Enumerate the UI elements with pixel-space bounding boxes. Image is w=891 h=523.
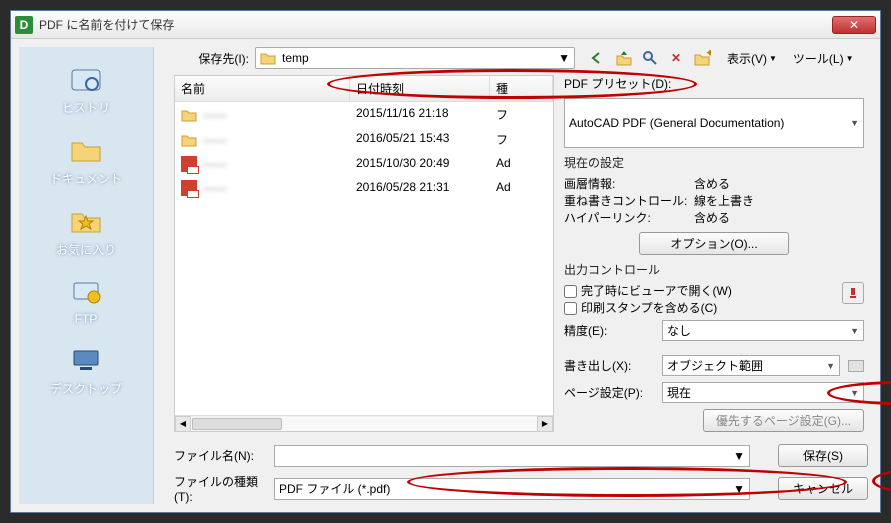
search-button[interactable] [641,49,659,67]
file-row[interactable]: —— 2015/11/16 21:18 フ [175,102,553,127]
svg-text:✦: ✦ [705,50,711,60]
override-page-setup-button[interactable]: 優先するページ設定(G)... [703,409,864,432]
desktop-icon [66,342,106,378]
pdf-preset-label: PDF プリセット(D): [564,75,864,92]
sidebar-item-label: FTP [75,312,98,326]
back-button[interactable] [589,49,607,67]
scroll-right-icon[interactable]: ▶ [537,416,553,432]
annotation-ellipse [872,467,891,495]
chevron-down-icon: ▼ [850,326,859,336]
main-area: 保存先(I): temp ▼ ✕ ✦ 表示(V) ▼ [162,39,880,512]
scroll-thumb[interactable] [192,418,282,430]
col-name[interactable]: 名前 [175,76,350,101]
export-label: 書き出し(X): [564,357,654,374]
tools-menu[interactable]: ツール(L) ▼ [793,50,854,67]
up-folder-button[interactable] [615,49,633,67]
precision-label: 精度(E): [564,322,654,339]
close-icon: ✕ [849,18,859,32]
print-stamp-checkbox[interactable]: 印刷スタンプを含める(C) [564,301,717,315]
sidebar-item-favorites[interactable]: お気に入り [19,199,153,262]
cancel-button[interactable]: キャンセル [778,477,868,500]
file-row[interactable]: —— 2016/05/28 21:31 Ad [175,176,553,200]
titlebar: D PDF に名前を付けて保存 ✕ [11,11,880,39]
favorites-icon [66,203,106,239]
bottom-area: ファイル名(N): ▼ 保存(S) ファイルの種類(T): PDF ファイル (… [174,438,868,504]
chevron-down-icon: ▼ [850,388,859,398]
delete-button[interactable]: ✕ [667,49,685,67]
folder-icon [260,51,276,65]
file-row[interactable]: —— 2015/10/30 20:49 Ad [175,152,553,176]
current-settings-group: 現在の設定 画層情報:含める 重ね書きコントロール:線を上書き ハイパーリンク:… [564,154,864,255]
pdf-preset-combo[interactable]: AutoCAD PDF (General Documentation) ▼ [564,98,864,148]
file-list: 名前 日付時刻 種 —— 2015/11/16 21:18 フ —— 2016/… [174,75,554,432]
filetype-label: ファイルの種類(T): [174,473,266,504]
save-pdf-dialog: D PDF に名前を付けて保存 ✕ ヒストリ ドキュメント [10,10,881,513]
chevron-down-icon: ▼ [733,449,745,463]
ftp-icon [66,274,106,310]
places-sidebar: ヒストリ ドキュメント お気に入り FTP [19,47,154,504]
window-title: PDF に名前を付けて保存 [39,16,832,33]
pdf-icon [181,156,197,172]
chevron-down-icon: ▼ [846,54,854,63]
stamp-button[interactable] [842,282,864,304]
history-icon [66,61,106,97]
file-list-header: 名前 日付時刻 種 [175,76,553,102]
sidebar-item-label: デスクトップ [50,380,122,397]
output-control-group: 出力コントロール 完了時にビューアで開く(W) 印刷スタンプを含める(C) [564,261,864,341]
save-to-value: temp [282,51,552,65]
col-date[interactable]: 日付時刻 [350,76,490,101]
save-button[interactable]: 保存(S) [778,444,868,467]
pdf-icon [181,180,197,196]
save-to-combo[interactable]: temp ▼ [255,47,575,69]
page-setup-combo[interactable]: 現在 ▼ [662,382,864,403]
chevron-down-icon: ▼ [769,54,777,63]
sidebar-item-label: お気に入り [56,241,116,258]
documents-icon [66,132,106,168]
page-setup-label: ページ設定(P): [564,384,654,401]
horizontal-scrollbar[interactable]: ◀ ▶ [175,415,553,431]
close-button[interactable]: ✕ [832,16,876,34]
folder-icon [181,133,197,147]
filename-label: ファイル名(N): [174,447,266,464]
chevron-down-icon: ▼ [558,51,570,65]
options-button[interactable]: オプション(O)... [639,232,789,255]
app-icon: D [15,16,33,34]
save-to-label: 保存先(I): [174,50,249,67]
sidebar-item-history[interactable]: ヒストリ [19,57,153,120]
chevron-down-icon: ▼ [733,482,745,496]
path-toolbar: ✕ ✦ [589,49,711,67]
file-list-body: —— 2015/11/16 21:18 フ —— 2016/05/21 15:4… [175,102,553,415]
sidebar-item-desktop[interactable]: デスクトップ [19,338,153,401]
view-menu[interactable]: 表示(V) ▼ [727,50,777,67]
new-folder-button[interactable]: ✦ [693,49,711,67]
folder-icon [181,108,197,122]
open-viewer-checkbox[interactable]: 完了時にビューアで開く(W) [564,284,732,298]
sidebar-item-label: ドキュメント [50,170,122,187]
sidebar-item-documents[interactable]: ドキュメント [19,128,153,191]
filetype-combo[interactable]: PDF ファイル (*.pdf) ▼ [274,478,750,500]
export-combo[interactable]: オブジェクト範囲 ▼ [662,355,840,376]
scroll-left-icon[interactable]: ◀ [175,416,191,432]
settings-panel: PDF プリセット(D): AutoCAD PDF (General Docum… [564,75,868,432]
chevron-down-icon: ▼ [850,118,859,128]
sidebar-item-ftp[interactable]: FTP [19,270,153,330]
filename-combo[interactable]: ▼ [274,445,750,467]
pick-window-button[interactable] [848,360,864,372]
col-type[interactable]: 種 [490,76,553,101]
file-row[interactable]: —— 2016/05/21 15:43 フ [175,127,553,152]
sidebar-item-label: ヒストリ [62,99,110,116]
chevron-down-icon: ▼ [826,361,835,371]
precision-combo[interactable]: なし ▼ [662,320,864,341]
